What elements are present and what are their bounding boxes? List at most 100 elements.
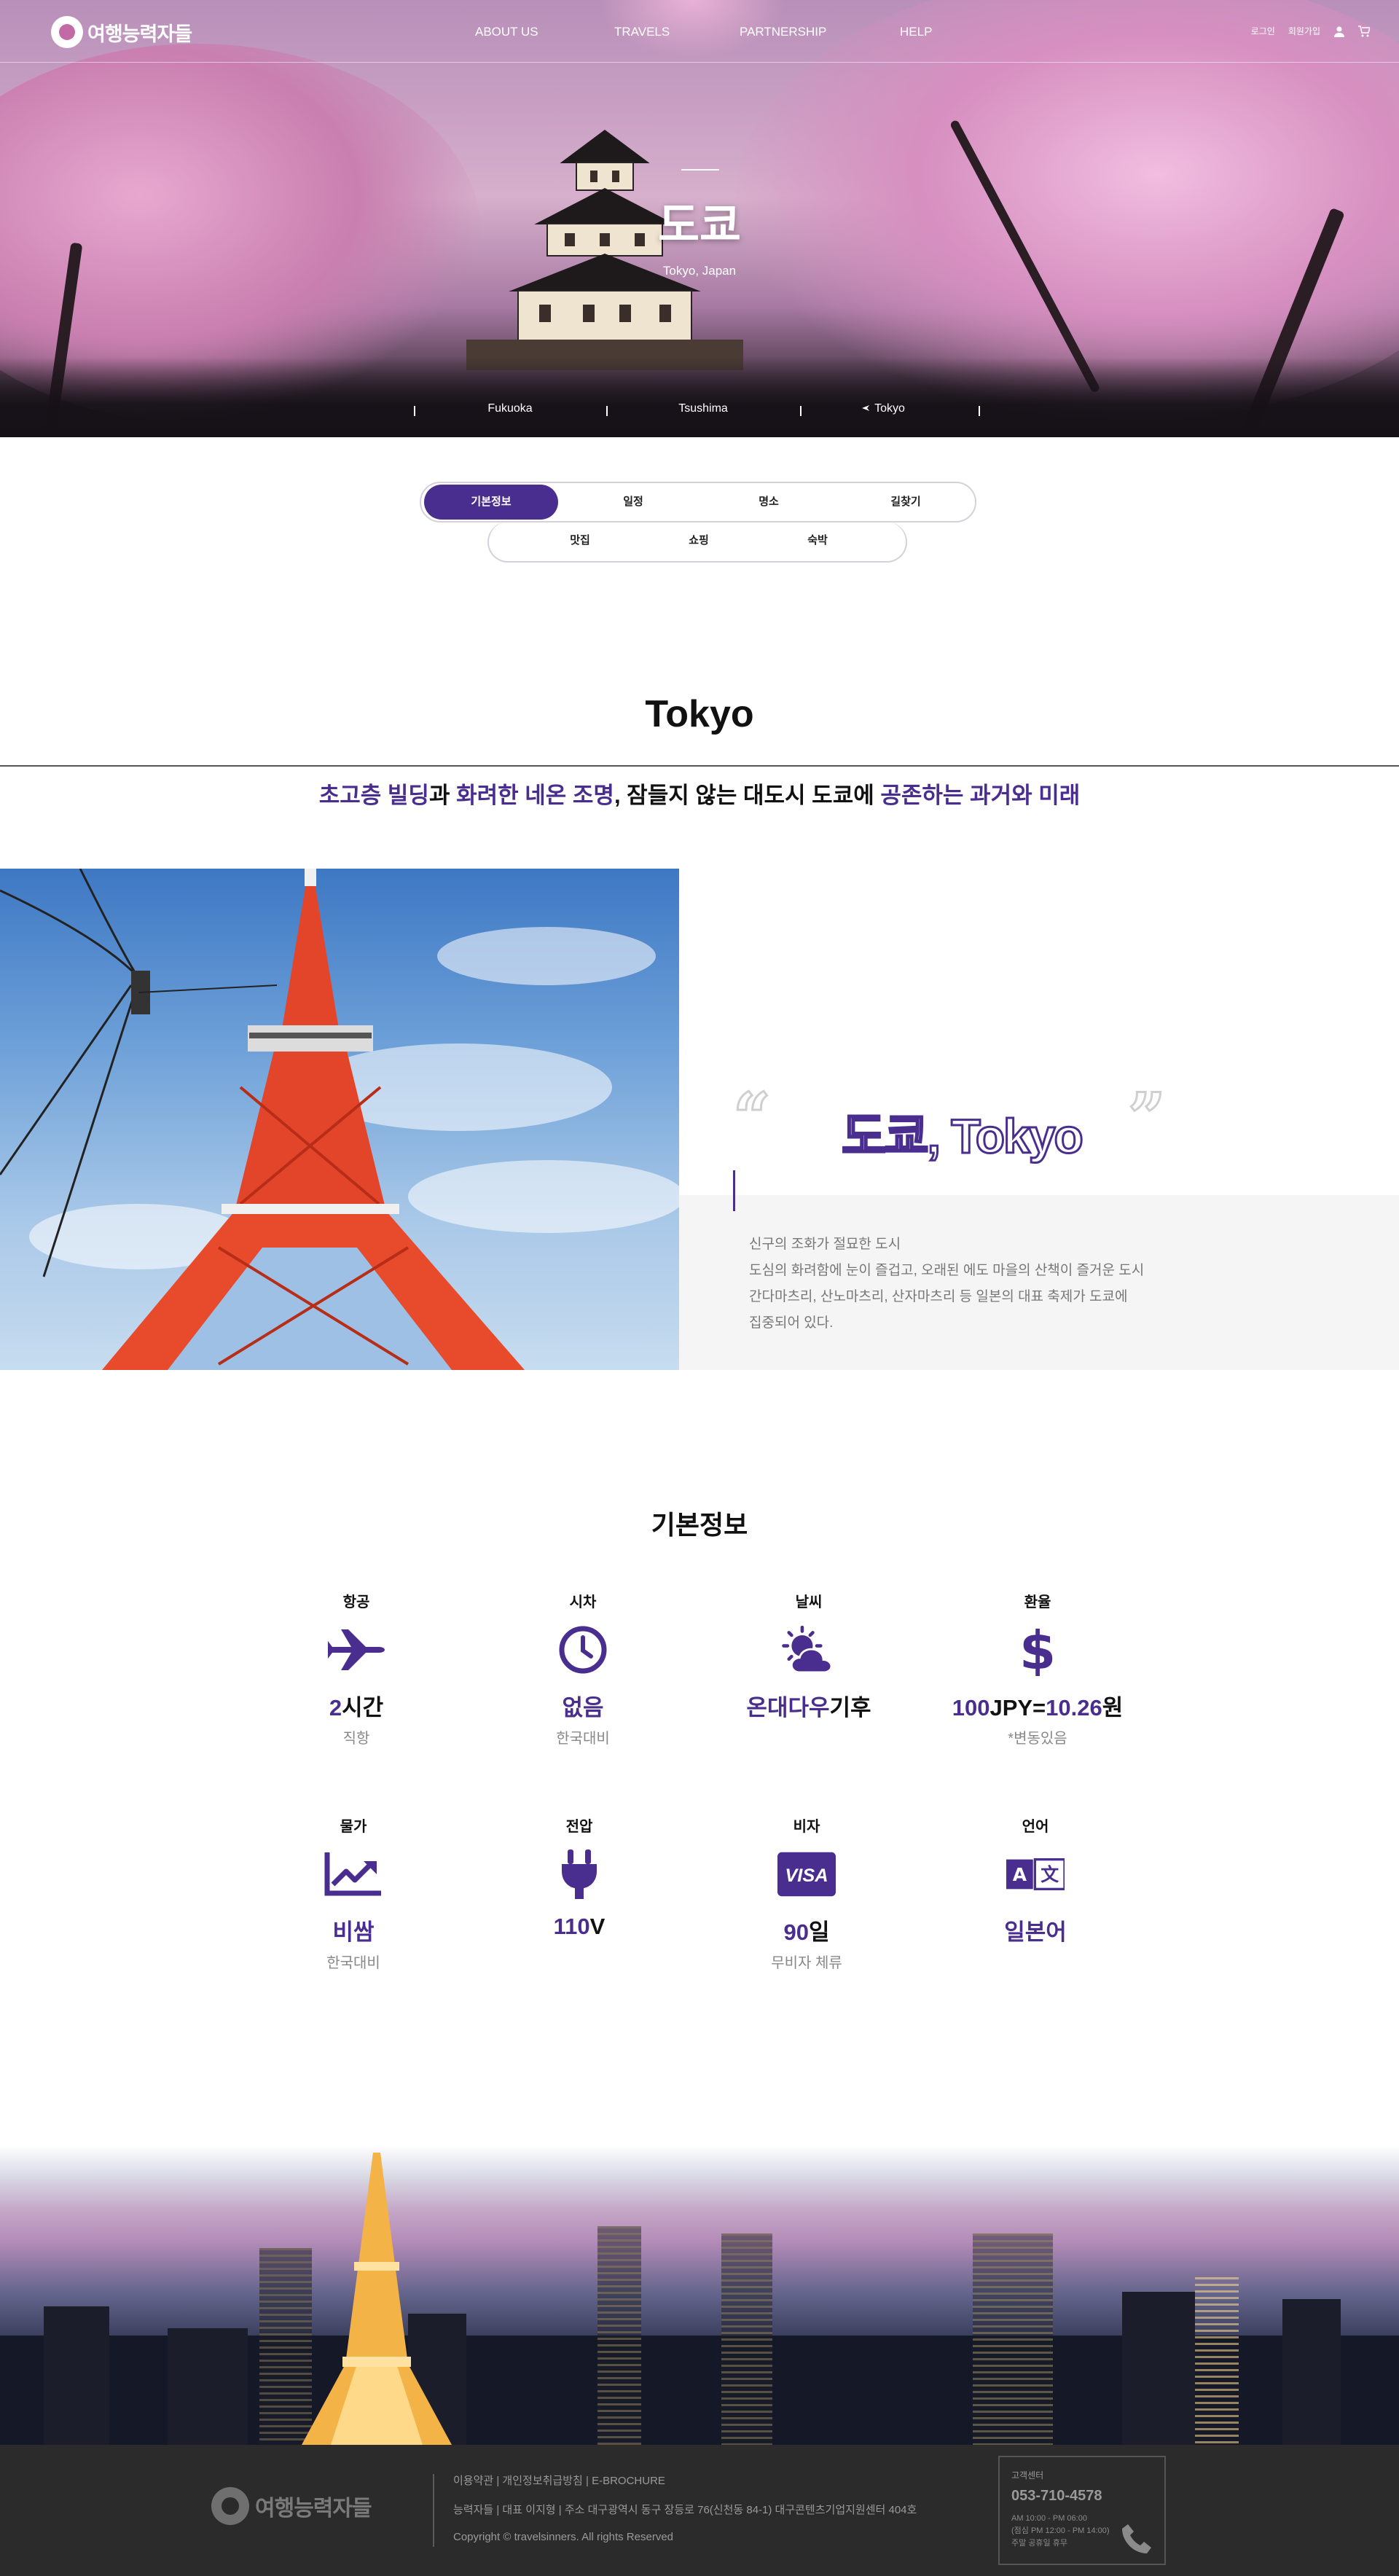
- description-line: 도심의 화려함에 눈이 즐겁고, 오래된 에도 마을의 산책이 즐거운 도시: [749, 1263, 1145, 1278]
- breadcrumb-tsushima[interactable]: Tsushima: [678, 402, 728, 415]
- cs-hours-line: 주말 공휴일 휴무: [1011, 2539, 1067, 2548]
- info-prices: 물가 비쌈 한국대비: [244, 1814, 463, 1972]
- tab-bar-row-2: 맛집 쇼핑 숙박: [487, 522, 907, 563]
- menu-travels[interactable]: TRAVELS: [614, 25, 670, 39]
- info-flight: 항공 2시간 직항: [247, 1590, 466, 1747]
- info-label: 항공: [342, 1594, 370, 1610]
- logo-mark-icon: [51, 16, 83, 48]
- info-note: 직항: [342, 1731, 370, 1747]
- user-icon[interactable]: [1333, 26, 1345, 37]
- svg-text:$: $: [1022, 1624, 1054, 1676]
- footer-company-info: 능력자들 | 대표 이지형 | 주소 대구광역시 동구 장등로 76(신천동 8…: [453, 2504, 917, 2516]
- footer-divider: [433, 2474, 434, 2547]
- region-breadcrumb: Fukuoka Tsushima Tokyo: [0, 385, 1399, 437]
- info-value: 90: [783, 1919, 809, 1945]
- weather-icon: [780, 1624, 838, 1676]
- plane-small-icon: [862, 405, 870, 411]
- info-value: 비쌈: [332, 1919, 375, 1945]
- footer-links[interactable]: 이용약관 | 개인정보취급방침 | E-BROCHURE: [453, 2473, 665, 2488]
- tagline: 초고층 빌딩과 화려한 네온 조명, 잠들지 않는 대도시 도쿄에 공존하는 과…: [0, 777, 1399, 810]
- info-label: 날씨: [795, 1594, 823, 1610]
- language-icon: A文: [1006, 1848, 1065, 1900]
- info-label: 시차: [569, 1594, 597, 1610]
- tokyo-tower-night: [302, 2153, 452, 2445]
- info-value-unit: V: [589, 1914, 606, 1939]
- breadcrumb-separator: [606, 406, 608, 416]
- footer-copyright: Copyright © travelsinners. All rights Re…: [453, 2531, 674, 2543]
- info-note: 한국대비: [326, 1955, 380, 1971]
- tab-directions[interactable]: 길찾기: [858, 483, 953, 521]
- info-value: 10.26: [1046, 1695, 1102, 1720]
- tab-restaurants[interactable]: 맛집: [533, 522, 627, 560]
- info-label: 물가: [340, 1819, 367, 1835]
- breadcrumb-separator: [414, 406, 415, 416]
- tab-attractions[interactable]: 명소: [721, 483, 816, 521]
- site-footer: 여행능력자들 이용약관 | 개인정보취급방침 | E-BROCHURE 능력자들…: [0, 2445, 1399, 2576]
- hero-banner: 여행능력자들 ABOUT US TRAVELS PARTNERSHIP HELP…: [0, 0, 1399, 437]
- breadcrumb-separator: [979, 406, 980, 416]
- cs-hours-line: (점심 PM 12:00 - PM 14:00): [1011, 2526, 1110, 2535]
- open-quote-icon: “: [732, 1078, 772, 1156]
- hero-title-bar: [681, 169, 719, 171]
- tab-itinerary[interactable]: 일정: [586, 483, 681, 521]
- utility-menu: 로그인 회원가입: [1251, 25, 1370, 37]
- visa-icon: VISA: [777, 1848, 836, 1900]
- info-label: 비자: [793, 1819, 820, 1835]
- signup-link[interactable]: 회원가입: [1288, 25, 1320, 37]
- section-divider: [0, 765, 1399, 767]
- tab-lodging[interactable]: 숙박: [770, 522, 865, 560]
- site-logo[interactable]: 여행능력자들: [51, 16, 192, 48]
- chart-icon: [324, 1848, 383, 1900]
- tokyo-skyline-image: [0, 2145, 1399, 2445]
- description-line: 신구의 조화가 절묘한 도시: [749, 1237, 901, 1252]
- svg-text:VISA: VISA: [785, 1866, 828, 1886]
- info-note: 한국대비: [556, 1731, 610, 1747]
- section-title: Tokyo: [645, 693, 754, 735]
- close-quote-icon: ”: [1127, 1078, 1167, 1156]
- tagline-part: , 잠들지 않는 대도시 도쿄에: [614, 783, 881, 808]
- cs-hours: AM 10:00 - PM 06:00 (점심 PM 12:00 - PM 14…: [1011, 2513, 1110, 2550]
- footer-logo-mark-icon: [211, 2487, 249, 2525]
- logo-text: 여행능력자들: [87, 23, 192, 45]
- top-navigation: 여행능력자들 ABOUT US TRAVELS PARTNERSHIP HELP…: [0, 0, 1399, 63]
- login-link[interactable]: 로그인: [1251, 25, 1275, 37]
- info-exchange-rate: 환율 $ 100JPY=10.26원 *변동있음: [928, 1590, 1147, 1747]
- info-label: 전압: [565, 1819, 593, 1835]
- info-value: 110: [553, 1914, 590, 1939]
- tab-bar-row-1: 기본정보 일정 명소 길찾기: [420, 482, 976, 522]
- tab-shopping[interactable]: 쇼핑: [651, 522, 746, 560]
- info-visa: 비자 VISA 90일 무비자 체류: [697, 1814, 916, 1972]
- info-value-unit: 일: [808, 1919, 830, 1945]
- info-value-unit: 시간: [342, 1695, 384, 1720]
- info-voltage: 전압 110V: [470, 1814, 689, 1944]
- cart-icon[interactable]: [1358, 25, 1370, 37]
- airplane-icon: [327, 1624, 385, 1676]
- menu-help[interactable]: HELP: [900, 25, 932, 39]
- info-value: 없음: [562, 1695, 604, 1720]
- info-label: 환율: [1024, 1594, 1051, 1610]
- description-line: 집중되어 있다.: [749, 1315, 834, 1331]
- description-line: 간다마츠리, 산노마츠리, 산자마츠리 등 일본의 대표 축제가 도쿄에: [749, 1289, 1128, 1304]
- clock-icon: [554, 1624, 612, 1676]
- info-value-unit: JPY=: [990, 1695, 1046, 1720]
- info-value: 100: [952, 1695, 990, 1720]
- cs-phone: 053-710-4578: [1011, 2488, 1102, 2504]
- svg-text:文: 文: [1041, 1864, 1059, 1885]
- breadcrumb-tokyo[interactable]: Tokyo: [861, 402, 905, 415]
- footer-logo-text: 여행능력자들: [255, 2497, 372, 2521]
- menu-partnership[interactable]: PARTNERSHIP: [740, 25, 826, 39]
- tagline-part: 화려한 네온 조명: [456, 783, 614, 808]
- cs-label: 고객센터: [1011, 2470, 1044, 2481]
- customer-service-box: 고객센터 053-710-4578 AM 10:00 - PM 06:00 (점…: [998, 2456, 1166, 2565]
- info-value: 일본어: [1004, 1919, 1067, 1945]
- breadcrumb-separator: [800, 406, 802, 416]
- svg-text:A: A: [1013, 1864, 1027, 1885]
- menu-about-us[interactable]: ABOUT US: [475, 25, 538, 39]
- tab-basic-info[interactable]: 기본정보: [424, 485, 558, 520]
- info-note: 무비자 체류: [771, 1955, 842, 1971]
- info-time-difference: 시차 없음 한국대비: [474, 1590, 692, 1747]
- info-value: 2: [329, 1695, 342, 1720]
- dollar-icon: $: [1008, 1624, 1067, 1676]
- breadcrumb-fukuoka[interactable]: Fukuoka: [487, 402, 532, 415]
- footer-logo[interactable]: 여행능력자들: [211, 2487, 372, 2525]
